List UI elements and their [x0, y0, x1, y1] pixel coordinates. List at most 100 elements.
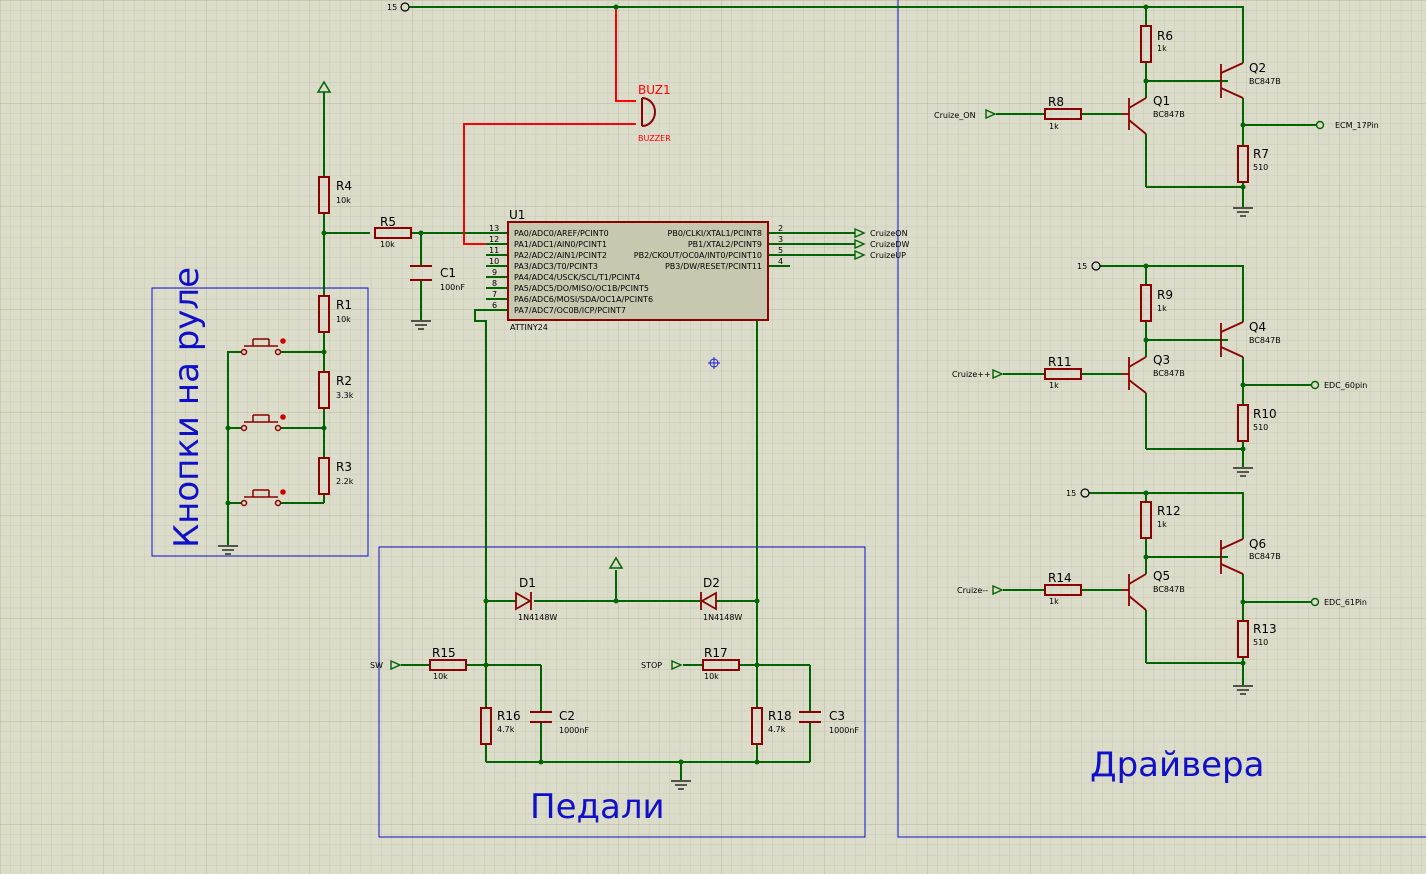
mcu-pin-number: 10: [489, 257, 499, 266]
power-label-driver2: 15: [1077, 262, 1087, 271]
label-R8: R8: [1048, 95, 1064, 109]
value-R17: 10k: [704, 672, 719, 681]
label-R7: R7: [1253, 147, 1269, 161]
label-Q2: Q2: [1249, 61, 1266, 75]
value-R18: 4.7k: [768, 725, 786, 734]
net-label-sw: SW: [370, 661, 383, 670]
mcu-pin-number: 3: [778, 235, 783, 244]
label-BUZ1: BUZ1: [638, 83, 671, 97]
value-C1: 100nF: [440, 283, 465, 292]
mcu-pin-number: 11: [489, 246, 499, 255]
label-R9: R9: [1157, 288, 1173, 302]
mcu-pin-name: PA7/ADC7/OC0B/ICP/PCINT7: [514, 306, 626, 315]
value-R13: 510: [1253, 638, 1268, 647]
mcu-pin-number: 6: [492, 301, 497, 310]
value-R11: 1k: [1049, 381, 1059, 390]
label-R11: R11: [1048, 355, 1072, 369]
label-C2: C2: [559, 709, 575, 723]
mcu-pin-name: PB1/XTAL2/PCINT9: [688, 240, 762, 249]
value-Q6: BC847B: [1249, 552, 1281, 561]
label-R15: R15: [432, 646, 456, 660]
value-D1: 1N4148W: [518, 613, 557, 622]
label-R1: R1: [336, 298, 352, 312]
mcu-pin-name: PA1/ADC1/AIN0/PCINT1: [514, 240, 607, 249]
net-label-stop: STOP: [641, 661, 662, 670]
label-R4: R4: [336, 179, 352, 193]
label-D1: D1: [519, 576, 536, 590]
value-R6: 1k: [1157, 44, 1167, 53]
value-R7: 510: [1253, 163, 1268, 172]
label-R2: R2: [336, 374, 352, 388]
mcu-pin-name: PB2/CKOUT/OC0A/INT0/PCINT10: [634, 251, 762, 260]
label-Q5: Q5: [1153, 569, 1170, 583]
power-label-top: 15: [387, 3, 397, 12]
mcu-pin-number: 9: [492, 268, 497, 277]
mcu-pin-name: PA4/ADC4/USCK/SCL/T1/PCINT4: [514, 273, 640, 282]
net-label-ecm: ECM_17Pin: [1335, 121, 1379, 130]
value-R5: 10k: [380, 240, 395, 249]
value-R15: 10k: [433, 672, 448, 681]
block-title-buttons: Кнопки на руле: [167, 267, 207, 548]
value-R3: 2.2k: [336, 477, 354, 486]
mcu-pin-number: 12: [489, 235, 499, 244]
label-Q4: Q4: [1249, 320, 1266, 334]
label-R12: R12: [1157, 504, 1181, 518]
value-D2: 1N4148W: [703, 613, 742, 622]
mcu-pin-name: PB0/CLKI/XTAL1/PCINT8: [668, 229, 763, 238]
grid-major: [0, 0, 1426, 874]
value-Q4: BC847B: [1249, 336, 1281, 345]
mcu-pin-number: 4: [778, 257, 783, 266]
mcu-ref: U1: [509, 208, 525, 222]
mcu-pin-number: 5: [778, 246, 783, 255]
value-R9: 1k: [1157, 304, 1167, 313]
mcu-pin-number: 7: [492, 290, 497, 299]
value-C3: 1000nF: [829, 726, 859, 735]
net-label-cruize-on: Cruize_ON: [934, 111, 976, 120]
value-Q5: BC847B: [1153, 585, 1185, 594]
mcu-pin-name: PB3/DW/RESET/PCINT11: [665, 262, 762, 271]
mcu-pin-number: 8: [492, 279, 497, 288]
label-R10: R10: [1253, 407, 1277, 421]
mcu-pin-name: PA2/ADC2/AIN1/PCINT2: [514, 251, 607, 260]
label-R14: R14: [1048, 571, 1072, 585]
label-C3: C3: [829, 709, 845, 723]
block-title-drivers: Драйвера: [1090, 745, 1264, 785]
value-R2: 3.3k: [336, 391, 354, 400]
mcu-pin-number: 2: [778, 224, 783, 233]
label-C1: C1: [440, 266, 456, 280]
net-label-edc61: EDC_61Pin: [1324, 598, 1367, 607]
label-R13: R13: [1253, 622, 1277, 636]
mcu-pin-name: PA3/ADC3/T0/PCINT3: [514, 262, 598, 271]
net-label-cruizeup: CruizeUP: [870, 251, 906, 260]
value-R1: 10k: [336, 315, 351, 324]
mcu-pin-name: PA6/ADC6/MOSI/SDA/OC1A/PCINT6: [514, 295, 653, 304]
net-label-cruizedw: CruizeDW: [870, 240, 909, 249]
schematic-canvas[interactable]: 15 15 15 U1 ATTINY24 PA0/ADC0/AREF/PCINT…: [0, 0, 1426, 874]
value-R10: 510: [1253, 423, 1268, 432]
value-R14: 1k: [1049, 597, 1059, 606]
value-Q2: BC847B: [1249, 77, 1281, 86]
net-label-cruize-mm: Cruize--: [957, 586, 988, 595]
value-R8: 1k: [1049, 122, 1059, 131]
label-Q1: Q1: [1153, 94, 1170, 108]
net-label-cruizeon: CruizeON: [870, 229, 908, 238]
net-label-cruize-pp: Cruize++: [952, 370, 991, 379]
power-label-driver3: 15: [1066, 489, 1076, 498]
mcu-part: ATTINY24: [510, 323, 548, 332]
label-R17: R17: [704, 646, 728, 660]
value-Q1: BC847B: [1153, 110, 1185, 119]
label-R3: R3: [336, 460, 352, 474]
label-Q3: Q3: [1153, 353, 1170, 367]
label-R18: R18: [768, 709, 792, 723]
net-label-edc60: EDC_60pin: [1324, 381, 1367, 390]
value-C2: 1000nF: [559, 726, 589, 735]
label-R6: R6: [1157, 29, 1173, 43]
value-R16: 4.7k: [497, 725, 515, 734]
label-D2: D2: [703, 576, 720, 590]
value-Q3: BC847B: [1153, 369, 1185, 378]
mcu-pin-name: PA5/ADC5/DO/MISO/OC1B/PCINT5: [514, 284, 649, 293]
label-Q6: Q6: [1249, 537, 1266, 551]
value-R12: 1k: [1157, 520, 1167, 529]
value-R4: 10k: [336, 196, 351, 205]
value-BUZ1: BUZZER: [638, 134, 671, 143]
